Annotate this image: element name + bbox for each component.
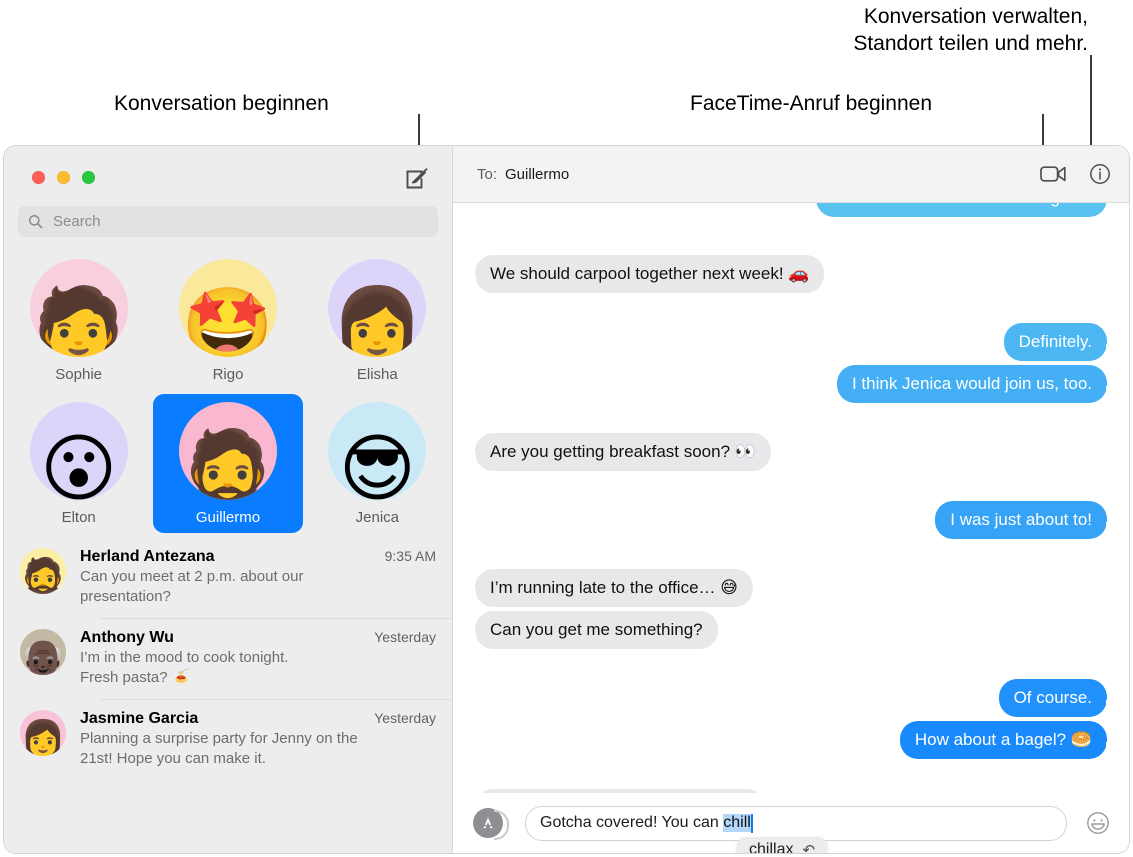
message-row: We should carpool together next week! 🚗 — [465, 255, 1107, 293]
message-row: I was just about to! — [475, 501, 1116, 539]
avatar: 🧔 — [178, 402, 277, 500]
message-input[interactable]: Gotcha covered! You can chill — [525, 805, 1067, 841]
pinned-contact-sophie[interactable]: 🧑 Sophie — [4, 251, 153, 390]
input-text-before: Gotcha covered! You can — [540, 814, 724, 831]
maximize-window-button[interactable] — [82, 171, 95, 184]
recipient-name[interactable]: Guillermo — [505, 166, 1018, 183]
list-item[interactable]: 👩 Jasmine Garcia Yesterday Planning a surpr… — [4, 699, 452, 780]
conversation-list: 🧔 Herland Antezana 9:35 AM Can you meet at … — [4, 537, 452, 853]
message-row: I’m running late to the office… 😅 — [466, 569, 1107, 607]
pinned-contact-jenica[interactable]: 😎 Jenica — [303, 394, 452, 533]
incoming-message-bubble[interactable]: Can you get me something? — [466, 611, 718, 649]
pinned-contact-elton[interactable]: 😮 Elton — [4, 394, 153, 533]
search-field[interactable] — [18, 206, 438, 237]
pinned-contact-label: Rigo — [212, 366, 244, 383]
messages-window: 🧑 Sophie 🤩 Rigo 👩 Elisha 😮 Elton 🧔 Guillermo 😎 Jeni… — [4, 146, 1129, 853]
pinned-contact-guillermo[interactable]: 🧔 Guillermo — [153, 394, 303, 533]
search-input[interactable] — [51, 212, 428, 231]
memoji-glyph: 🧔 — [181, 426, 275, 500]
clipped-message-row: some of our coworkers. Thoughts? — [475, 203, 1107, 239]
avatar: 👴🏿 — [20, 629, 66, 675]
info-icon[interactable] — [1089, 163, 1111, 185]
incoming-message-bubble[interactable]: Are you getting breakfast soon? 👀 — [466, 433, 771, 471]
undo-icon[interactable]: ↶ — [802, 841, 815, 853]
list-item-body: Jasmine Garcia Yesterday Planning a surpri… — [80, 710, 436, 769]
outgoing-message-bubble[interactable]: some of our coworkers. Thoughts? — [815, 203, 1107, 217]
list-item[interactable]: 👴🏿 Anthony Wu Yesterday I’m in the mood to … — [4, 618, 452, 699]
list-item-body: Herland Antezana 9:35 AM Can you meet at 2… — [80, 548, 436, 607]
pinned-contacts-grid: 🧑 Sophie 🤩 Rigo 👩 Elisha 😮 Elton 🧔 Guillermo 😎 Jeni… — [4, 237, 452, 537]
avatar-glyph: 🧔 — [20, 557, 66, 595]
pinned-contact-label: Elisha — [356, 366, 398, 383]
conversation-pane: To: Guillermo some of our coworkers. Tho… — [453, 146, 1129, 853]
memoji-glyph: 👩 — [331, 283, 424, 357]
avatar: 🤩 — [178, 259, 277, 357]
memoji-glyph: 🧑 — [32, 283, 125, 357]
list-item[interactable]: 🧔 Herland Antezana 9:35 AM Can you meet at … — [4, 537, 452, 618]
conversation-header: To: Guillermo — [453, 146, 1129, 203]
composer-bar: Gotcha covered! You can chill chillax ↶ — [453, 793, 1129, 853]
incoming-message-bubble[interactable]: We should carpool together next week! 🚗 — [465, 255, 825, 293]
list-item-body: Anthony Wu Yesterday I’m in the mood to co… — [80, 629, 436, 688]
search-icon — [28, 214, 43, 229]
memoji-glyph: 🤩 — [181, 283, 275, 357]
app-store-arc — [494, 810, 509, 840]
avatar: 😮 — [29, 402, 128, 500]
to-label: To: — [477, 165, 498, 183]
video-camera-icon[interactable] — [1040, 164, 1067, 184]
callout-manage: Konversation verwalten, Standort teilen … — [853, 5, 1088, 55]
avatar: 🧑 — [29, 259, 128, 357]
avatar: 🧔 — [20, 548, 66, 594]
sidebar-titlebar — [4, 146, 452, 202]
message-row: How about a bagel? 🥯 — [475, 721, 1117, 759]
minimize-window-button[interactable] — [57, 171, 70, 184]
outgoing-message-bubble[interactable]: Of course. — [998, 679, 1117, 717]
app-store-icon[interactable] — [473, 808, 509, 840]
callout-new-conversation: Konversation beginnen — [114, 92, 329, 115]
pinned-contact-elisha[interactable]: 👩 Elisha — [303, 251, 452, 390]
outgoing-message-bubble[interactable]: I was just about to! — [935, 501, 1116, 539]
avatar: 👩 — [20, 710, 66, 756]
timestamp: Yesterday — [374, 710, 436, 726]
close-window-button[interactable] — [32, 171, 45, 184]
callout-facetime: FaceTime-Anruf beginnen — [690, 92, 933, 115]
message-preview: I’m in the mood to cook tonight. Fresh p… — [80, 649, 289, 686]
contact-name: Jasmine Garcia — [80, 710, 199, 727]
sidebar: 🧑 Sophie 🤩 Rigo 👩 Elisha 😮 Elton 🧔 Guillermo 😎 Jeni… — [4, 146, 453, 853]
avatar-glyph: 👴🏿 — [20, 638, 66, 676]
avatar-glyph: 👩 — [20, 719, 66, 757]
pinned-contact-rigo[interactable]: 🤩 Rigo — [153, 251, 302, 390]
pinned-contact-label: Jenica — [355, 509, 399, 526]
message-row: Are you getting breakfast soon? 👀 — [466, 433, 1107, 471]
message-thread[interactable]: some of our coworkers. Thoughts? We shoul… — [453, 203, 1129, 793]
outgoing-message-bubble[interactable]: I think Jenica would join us, too. — [836, 365, 1117, 403]
outgoing-message-bubble[interactable]: Definitely. — [1003, 323, 1117, 361]
smiley-face-icon[interactable] — [1085, 810, 1111, 836]
message-preview: Planning a surprise party for Jenny on t… — [80, 730, 358, 767]
pinned-contact-label: Sophie — [55, 366, 103, 383]
incoming-message-bubble[interactable]: I’m running late to the office… 😅 — [466, 569, 753, 607]
message-row: Of course. — [475, 679, 1117, 717]
message-row: Definitely. — [475, 323, 1117, 361]
input-text-selected: chill — [723, 814, 751, 832]
timestamp: 9:35 AM — [384, 548, 436, 564]
text-caret — [750, 813, 753, 833]
compose-icon[interactable] — [404, 166, 430, 192]
outgoing-message-bubble[interactable]: How about a bagel? 🥯 — [899, 721, 1117, 759]
message-row: Can you get me something? — [466, 611, 1107, 649]
avatar: 😎 — [328, 402, 427, 500]
contact-name: Anthony Wu — [80, 629, 174, 646]
message-row: I think Jenica would join us, too. — [475, 365, 1117, 403]
memoji-glyph: 😮 — [40, 426, 118, 500]
memoji-glyph: 😎 — [338, 426, 416, 500]
pinned-contact-label: Elton — [61, 509, 96, 526]
timestamp: Yesterday — [374, 629, 436, 645]
contact-name: Herland Antezana — [80, 548, 215, 565]
autocomplete-word: chillax — [749, 841, 794, 853]
message-preview: Can you meet at 2 p.m. about our present… — [80, 568, 304, 605]
avatar: 👩 — [328, 259, 427, 357]
pinned-contact-label: Guillermo — [195, 509, 261, 526]
autocomplete-suggestion[interactable]: chillax ↶ — [737, 837, 828, 853]
